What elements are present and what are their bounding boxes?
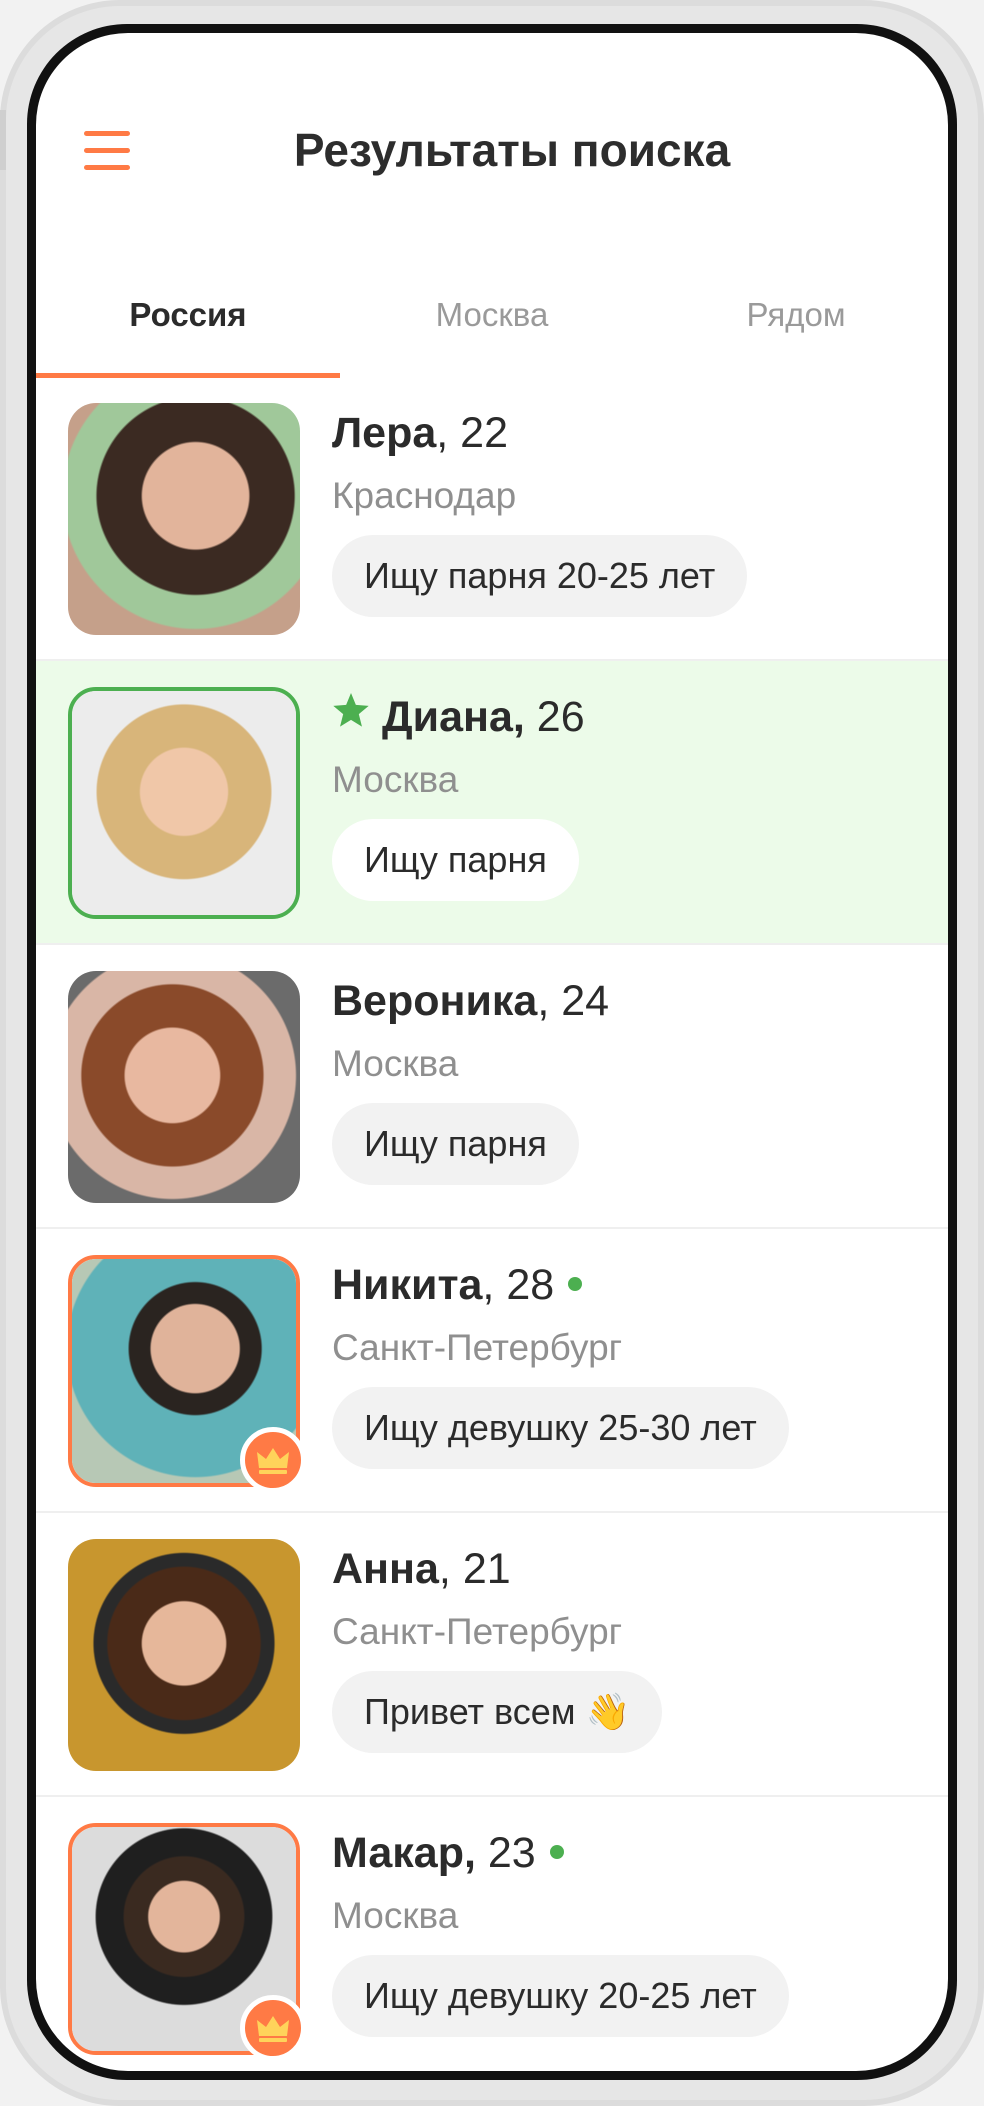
profile-status-tag: Ищу парня 20-25 лет — [332, 535, 748, 617]
profile-name: Лера — [332, 409, 437, 457]
app-screen: Результаты поиска Россия Москва Рядом Ле… — [36, 33, 948, 2071]
profile-city: Москва — [332, 759, 459, 800]
tab-russia[interactable]: Россия — [36, 253, 340, 377]
profile-name: Диана, — [382, 693, 525, 741]
profile-status-tag: Привет всем 👋 — [332, 1671, 663, 1753]
profile-card[interactable]: Никита, 28 Санкт-Петербург Ищу девушку 2… — [36, 1229, 948, 1513]
profile-photo[interactable] — [68, 971, 300, 1203]
profile-photo[interactable] — [68, 1539, 300, 1771]
profile-age: 23 — [475, 1829, 536, 1877]
profile-city: Краснодар — [332, 475, 517, 516]
profile-age: , 24 — [537, 977, 610, 1025]
profile-name-line: Никита, 28 — [332, 1261, 583, 1310]
profile-age: 26 — [524, 693, 585, 741]
profile-name-line: Макар, 23 — [332, 1829, 564, 1878]
profile-name-line: Диана, 26 — [332, 693, 585, 744]
profile-name: Вероника — [332, 977, 538, 1025]
profile-city: Санкт-Петербург — [332, 1611, 623, 1652]
profile-name-line: Вероника, 24 — [332, 977, 609, 1026]
profile-name: Макар, — [332, 1829, 476, 1877]
profile-photo[interactable] — [68, 687, 300, 919]
profile-city: Москва — [332, 1043, 459, 1084]
profile-card-featured[interactable]: Диана, 26 Москва Ищу парня — [36, 661, 948, 945]
profile-city: Санкт-Петербург — [332, 1327, 623, 1368]
profile-card[interactable]: Лера, 22 Краснодар Ищу парня 20-25 лет — [36, 377, 948, 661]
tab-nearby[interactable]: Рядом — [644, 253, 948, 377]
star-icon — [332, 691, 370, 740]
tab-moscow[interactable]: Москва — [340, 253, 644, 377]
profile-age: , 21 — [438, 1545, 511, 1593]
profile-age: , 28 — [482, 1261, 555, 1309]
side-button — [0, 110, 6, 170]
profile-name-line: Лера, 22 — [332, 409, 508, 458]
app-header: Результаты поиска — [36, 33, 948, 253]
profile-age: , 22 — [436, 409, 509, 457]
profile-photo[interactable] — [68, 403, 300, 635]
profile-status-tag: Ищу парня — [332, 1103, 579, 1185]
profile-name-line: Анна, 21 — [332, 1545, 511, 1594]
profile-card[interactable]: Макар, 23 Москва Ищу девушку 20-25 лет — [36, 1797, 948, 2071]
online-status-dot — [549, 1844, 564, 1859]
profile-card[interactable]: Вероника, 24 Москва Ищу парня — [36, 945, 948, 1229]
location-tabs: Россия Москва Рядом — [36, 253, 948, 378]
profile-card[interactable]: Анна, 21 Санкт-Петербург Привет всем 👋 — [36, 1513, 948, 1797]
profile-status-tag: Ищу девушку 20-25 лет — [332, 1955, 789, 2037]
profile-city: Москва — [332, 1895, 459, 1936]
crown-icon — [240, 1427, 306, 1493]
profile-name: Анна — [332, 1545, 439, 1593]
online-status-dot — [568, 1276, 583, 1291]
profile-status-tag: Ищу парня — [332, 819, 579, 901]
crown-icon — [240, 1995, 306, 2061]
page-title: Результаты поиска — [293, 124, 731, 176]
profile-name: Никита — [332, 1261, 483, 1309]
profile-status-tag: Ищу девушку 25-30 лет — [332, 1387, 789, 1469]
